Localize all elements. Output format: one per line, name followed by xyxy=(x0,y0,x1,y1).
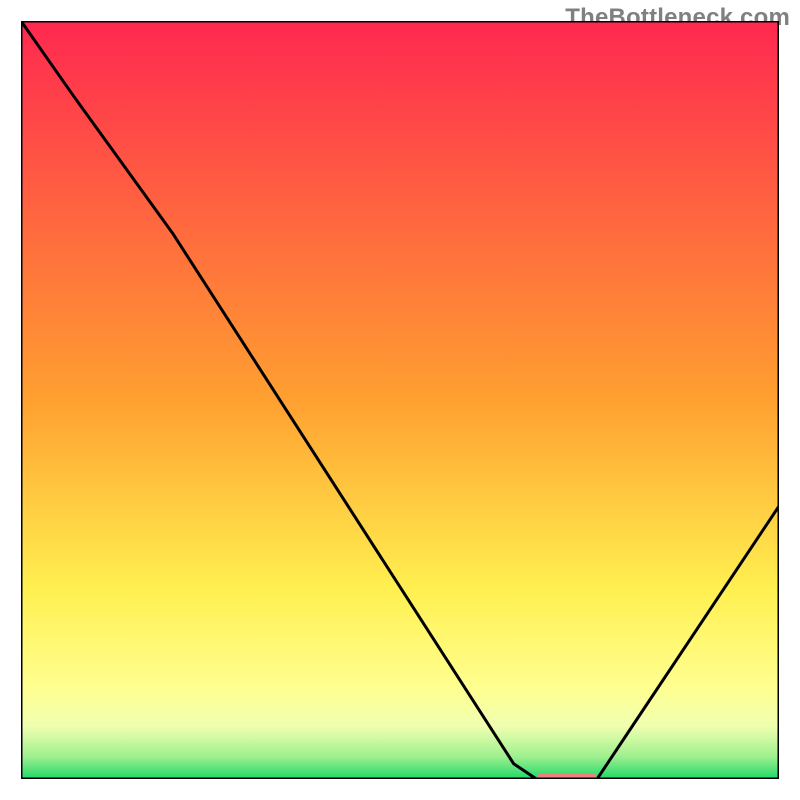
gradient-background xyxy=(21,21,779,779)
chart-svg xyxy=(21,21,779,779)
bottleneck-chart: TheBottleneck.com xyxy=(0,0,800,800)
plot-area xyxy=(21,21,779,779)
